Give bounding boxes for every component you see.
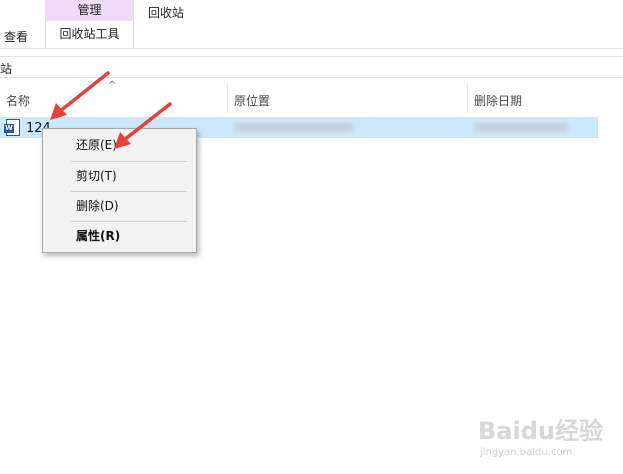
- watermark-logo-text: Baidu经验: [478, 417, 603, 445]
- baidu-watermark: Baidu经验 jingyan.baidu.com: [478, 405, 618, 469]
- recycle-bin-window: 管理 回收站 查看 回收站工具 站 ^ 名称 原位置 删除日期 W 124 还原…: [0, 0, 623, 474]
- annotation-arrows: [50, 71, 172, 149]
- watermark-url: jingyan.baidu.com: [480, 447, 573, 458]
- arrow-to-restore: [114, 102, 172, 149]
- arrow-to-file-icon: [50, 71, 110, 120]
